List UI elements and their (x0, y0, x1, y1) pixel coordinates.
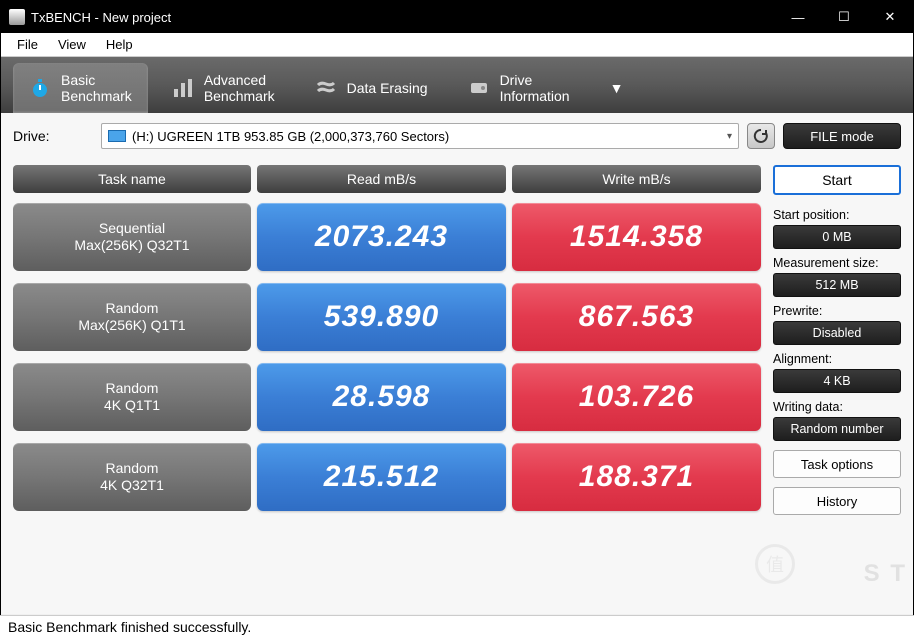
test-sequential[interactable]: SequentialMax(256K) Q32T1 (13, 203, 251, 271)
drive-row: Drive: (H:) UGREEN 1TB 953.85 GB (2,000,… (13, 123, 901, 149)
prewrite-value[interactable]: Disabled (773, 321, 901, 345)
file-mode-button[interactable]: FILE mode (783, 123, 901, 149)
measurement-size-value[interactable]: 512 MB (773, 273, 901, 297)
writing-data-label: Writing data: (773, 400, 901, 414)
read-value: 539.890 (257, 283, 506, 351)
start-position-label: Start position: (773, 208, 901, 222)
read-value: 28.598 (257, 363, 506, 431)
refresh-button[interactable] (747, 123, 775, 149)
maximize-button[interactable]: ☐ (821, 1, 867, 33)
header-task-name: Task name (13, 165, 251, 193)
writing-data-value[interactable]: Random number (773, 417, 901, 441)
write-value: 867.563 (512, 283, 761, 351)
drive-select[interactable]: (H:) UGREEN 1TB 953.85 GB (2,000,373,760… (101, 123, 739, 149)
task-options-button[interactable]: Task options (773, 450, 901, 478)
start-position-value[interactable]: 0 MB (773, 225, 901, 249)
erase-icon (315, 77, 337, 99)
alignment-label: Alignment: (773, 352, 901, 366)
drive-select-value: (H:) UGREEN 1TB 953.85 GB (2,000,373,760… (132, 129, 449, 144)
table-row: SequentialMax(256K) Q32T1 2073.243 1514.… (13, 203, 761, 271)
read-value: 215.512 (257, 443, 506, 511)
menu-view[interactable]: View (48, 35, 96, 54)
tab-basic-benchmark[interactable]: BasicBenchmark (13, 63, 148, 113)
start-button[interactable]: Start (773, 165, 901, 195)
header-write: Write mB/s (512, 165, 761, 193)
menu-bar: File View Help (1, 33, 913, 57)
results-table: Task name Read mB/s Write mB/s Sequentia… (13, 165, 761, 523)
minimize-button[interactable]: — (775, 1, 821, 33)
side-panel: Start Start position: 0 MB Measurement s… (773, 165, 901, 523)
app-icon (9, 9, 25, 25)
tab-bar: BasicBenchmark AdvancedBenchmark Data Er… (1, 57, 913, 113)
header-read: Read mB/s (257, 165, 506, 193)
tab-label: Data Erasing (347, 80, 428, 96)
measurement-size-label: Measurement size: (773, 256, 901, 270)
test-random-4k-q32[interactable]: Random4K Q32T1 (13, 443, 251, 511)
watermark-text: S T (864, 560, 907, 588)
watermark-icon: 值 (755, 544, 795, 584)
write-value: 103.726 (512, 363, 761, 431)
drive-icon (108, 130, 126, 142)
drive-icon (468, 77, 490, 99)
tab-advanced-benchmark[interactable]: AdvancedBenchmark (156, 63, 291, 113)
tab-overflow-button[interactable]: ▼ (594, 63, 640, 113)
drive-label: Drive: (13, 128, 93, 144)
test-random-max[interactable]: RandomMax(256K) Q1T1 (13, 283, 251, 351)
menu-file[interactable]: File (7, 35, 48, 54)
table-row: Random4K Q1T1 28.598 103.726 (13, 363, 761, 431)
write-value: 188.371 (512, 443, 761, 511)
tab-drive-information[interactable]: DriveInformation (452, 63, 586, 113)
prewrite-label: Prewrite: (773, 304, 901, 318)
history-button[interactable]: History (773, 487, 901, 515)
read-value: 2073.243 (257, 203, 506, 271)
tab-data-erasing[interactable]: Data Erasing (299, 63, 444, 113)
bars-icon (172, 77, 194, 99)
window-title: TxBENCH - New project (31, 10, 775, 25)
table-row: RandomMax(256K) Q1T1 539.890 867.563 (13, 283, 761, 351)
tab-label: AdvancedBenchmark (204, 72, 275, 104)
menu-help[interactable]: Help (96, 35, 143, 54)
status-text: Basic Benchmark finished successfully. (8, 619, 251, 635)
status-bar: Basic Benchmark finished successfully. (0, 615, 914, 641)
title-bar: TxBENCH - New project — ☐ ✕ (1, 1, 913, 33)
tab-label: DriveInformation (500, 72, 570, 104)
content-area: Drive: (H:) UGREEN 1TB 953.85 GB (2,000,… (1, 113, 913, 614)
stopwatch-icon (29, 77, 51, 99)
alignment-value[interactable]: 4 KB (773, 369, 901, 393)
write-value: 1514.358 (512, 203, 761, 271)
tab-label: BasicBenchmark (61, 72, 132, 104)
chevron-down-icon: ▾ (727, 131, 732, 142)
table-row: Random4K Q32T1 215.512 188.371 (13, 443, 761, 511)
close-button[interactable]: ✕ (867, 1, 913, 33)
test-random-4k-q1[interactable]: Random4K Q1T1 (13, 363, 251, 431)
